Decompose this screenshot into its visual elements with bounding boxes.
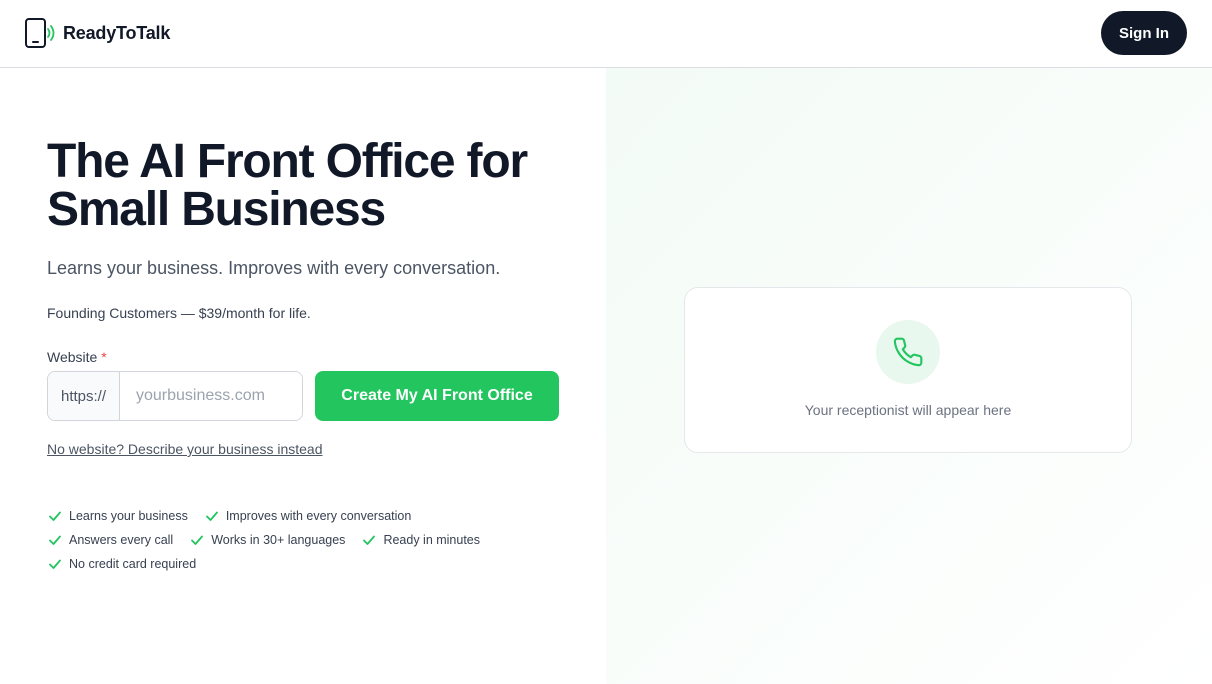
website-label-text: Website [47, 349, 98, 365]
feature-item: Ready in minutes [361, 532, 480, 548]
check-icon [49, 535, 61, 545]
website-input[interactable] [120, 372, 302, 420]
feature-label: Ready in minutes [383, 533, 481, 547]
hero-headline: The AI Front Office for Small Business [47, 135, 528, 236]
brand-name: ReadyToTalk [63, 22, 171, 43]
required-mark: * [101, 349, 107, 365]
sign-in-button[interactable]: Sign In [1101, 11, 1187, 55]
check-icon [363, 535, 376, 545]
feature-item: Improves with every conversation [204, 508, 412, 524]
phone-icon-badge [876, 320, 940, 384]
top-navbar: ReadyToTalk Sign In [0, 0, 1212, 68]
feature-label: Answers every call [69, 533, 174, 547]
feature-item: Works in 30+ languages [189, 532, 345, 548]
feature-label: Works in 30+ languages [211, 533, 346, 547]
feature-label: No credit card required [69, 557, 197, 571]
phone-icon [893, 337, 923, 367]
preview-placeholder-text: Your receptionist will appear here [804, 402, 1012, 418]
check-icon [49, 511, 61, 521]
feature-item: Answers every call [47, 532, 173, 548]
check-icon [205, 511, 218, 521]
hero-subhead: Learns your business. Improves with ever… [47, 258, 501, 278]
phone-signal-icon [25, 18, 55, 48]
receptionist-preview-card: Your receptionist will appear here [684, 287, 1132, 453]
website-input-group: https:// [47, 371, 303, 421]
feature-item: No credit card required [47, 556, 196, 572]
check-icon [49, 559, 61, 569]
brand-logo[interactable]: ReadyToTalk [24, 18, 170, 48]
feature-item: Learns your business [47, 508, 188, 524]
website-label: Website * [47, 349, 107, 365]
feature-label: Learns your business [69, 509, 188, 523]
create-front-office-button[interactable]: Create My AI Front Office [315, 371, 559, 421]
describe-business-link[interactable]: No website? Describe your business inste… [47, 441, 322, 457]
feature-label: Improves with every conversation [225, 509, 412, 523]
founding-offer: Founding Customers — $39/month for life. [47, 305, 311, 321]
check-icon [191, 535, 204, 545]
feature-list: Learns your business Improves with every… [47, 508, 567, 572]
url-prefix: https:// [48, 372, 120, 420]
